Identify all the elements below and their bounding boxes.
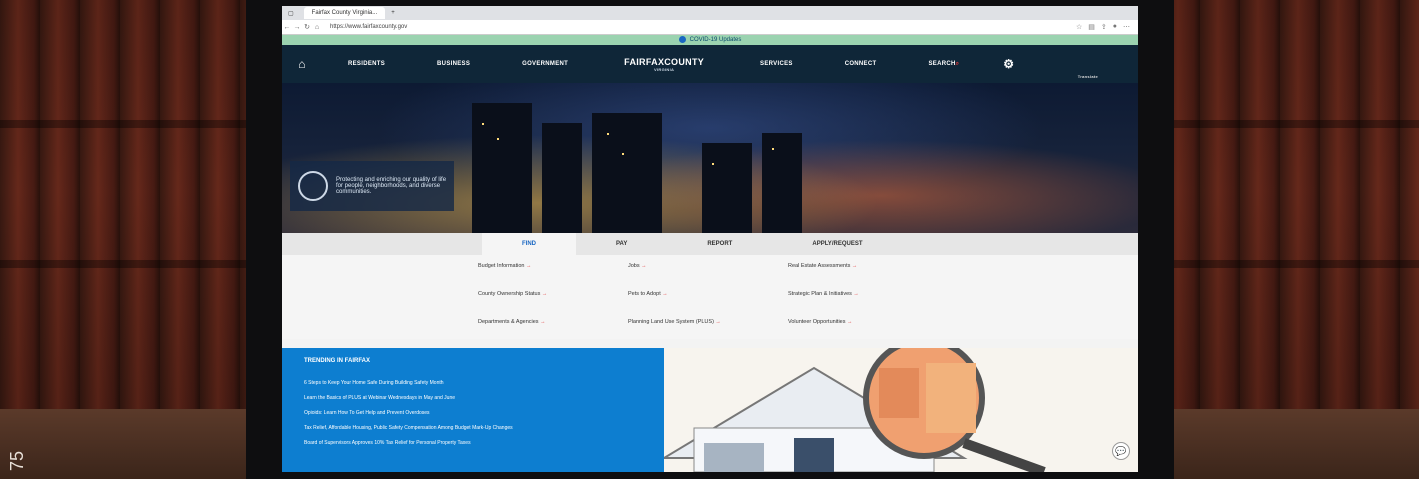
tab-bar: ▢ Fairfax County Virginia... +	[282, 6, 1138, 20]
translate-link[interactable]: Translate	[1078, 74, 1098, 79]
quick-link[interactable]: County Ownership Status	[478, 291, 628, 311]
lower-section: TRENDING IN FAIRFAX 6 Steps to Keep Your…	[282, 348, 1138, 472]
nav-services[interactable]: SERVICES	[734, 61, 819, 67]
quick-link[interactable]: Real Estate Assessments	[788, 263, 948, 283]
tab-find[interactable]: FIND	[482, 233, 576, 255]
url-field[interactable]: https://www.fairfaxcounty.gov	[330, 24, 407, 30]
quick-link[interactable]: Departments & Agencies	[478, 319, 628, 339]
county-seal-icon	[298, 171, 328, 201]
site-navigation: ⌂ RESIDENTS BUSINESS GOVERNMENT FAIRFAXC…	[282, 45, 1138, 83]
address-bar: ← → ↻ ⌂ https://www.fairfaxcounty.gov ☆ …	[282, 20, 1138, 35]
refresh-icon[interactable]: ↻	[302, 23, 312, 31]
trending-link[interactable]: Opioids: Learn How To Get Help and Preve…	[304, 410, 664, 416]
quick-tabs: FIND PAY REPORT APPLY/REQUEST	[282, 233, 1138, 255]
house-illustration	[664, 348, 1046, 472]
quick-link[interactable]: Budget Information	[478, 263, 628, 283]
search-label: SEARCH	[928, 60, 956, 67]
quick-link[interactable]: Strategic Plan & Initiatives	[788, 291, 948, 311]
trending-link[interactable]: Learn the Basics of PLUS at Webinar Wedn…	[304, 395, 664, 401]
home-icon[interactable]: ⌂	[312, 24, 322, 31]
quick-link[interactable]: Planning Land Use System (PLUS)	[628, 319, 788, 339]
browser-window: ▢ Fairfax County Virginia... + ← → ↻ ⌂ h…	[282, 6, 1138, 472]
quick-link[interactable]: Volunteer Opportunities	[788, 319, 948, 339]
home-nav-icon[interactable]: ⌂	[282, 57, 322, 71]
info-icon	[678, 35, 686, 43]
quick-link[interactable]: Jobs	[628, 263, 788, 283]
nav-search[interactable]: SEARCH⌕	[902, 61, 985, 68]
stock-id: 75	[7, 450, 27, 471]
site-logo[interactable]: FAIRFAXCOUNTY VIRGINIA	[594, 57, 734, 72]
mission-statement: Protecting and enriching our quality of …	[290, 161, 454, 211]
nav-government[interactable]: GOVERNMENT	[496, 61, 594, 67]
alert-text: COVID-19 Updates	[689, 37, 742, 43]
hero-banner: Protecting and enriching our quality of …	[282, 83, 1138, 233]
search-icon: ⌕	[955, 60, 960, 67]
new-tab-icon[interactable]: +	[391, 10, 395, 16]
menu-icon[interactable]: ⋯	[1123, 23, 1130, 31]
tab-apply-request[interactable]: APPLY/REQUEST	[772, 233, 902, 255]
logo-text: FAIRFAXCOUNTY	[624, 56, 705, 67]
share-icon[interactable]: ⇪	[1101, 23, 1107, 31]
window-icon: ▢	[288, 10, 294, 17]
trending-link[interactable]: 6 Steps to Keep Your Home Safe During Bu…	[304, 380, 664, 386]
quick-links: Budget Information Jobs Real Estate Asse…	[282, 255, 1138, 339]
favorite-icon[interactable]: ☆	[1076, 23, 1082, 31]
tab-pay[interactable]: PAY	[576, 233, 667, 255]
tab-report[interactable]: REPORT	[667, 233, 772, 255]
nav-business[interactable]: BUSINESS	[411, 61, 496, 67]
back-icon[interactable]: ←	[282, 24, 292, 31]
trending-link[interactable]: Board of Supervisors Approves 10% Tax Re…	[304, 440, 664, 446]
trending-title: TRENDING IN FAIRFAX	[304, 358, 371, 364]
trending-link[interactable]: Tax Relief, Affordable Housing, Public S…	[304, 425, 664, 431]
quick-link[interactable]: Pets to Adopt	[628, 291, 788, 311]
nav-connect[interactable]: CONNECT	[819, 61, 903, 67]
collections-icon[interactable]: ▤	[1088, 23, 1095, 31]
trending-panel: TRENDING IN FAIRFAX 6 Steps to Keep Your…	[282, 348, 664, 472]
settings-icon[interactable]: ⚙	[1003, 57, 1014, 71]
alert-banner[interactable]: COVID-19 Updates	[282, 35, 1138, 45]
house-inspection-image: 💬	[664, 348, 1138, 472]
browser-tab[interactable]: Fairfax County Virginia...	[303, 7, 386, 19]
forward-icon[interactable]: →	[292, 24, 302, 31]
logo-subtext: VIRGINIA	[654, 66, 675, 72]
profile-icon[interactable]: ●	[1113, 23, 1117, 31]
chat-icon[interactable]: 💬	[1112, 442, 1130, 460]
mission-text: Protecting and enriching our quality of …	[336, 177, 447, 195]
nav-residents[interactable]: RESIDENTS	[322, 61, 411, 67]
